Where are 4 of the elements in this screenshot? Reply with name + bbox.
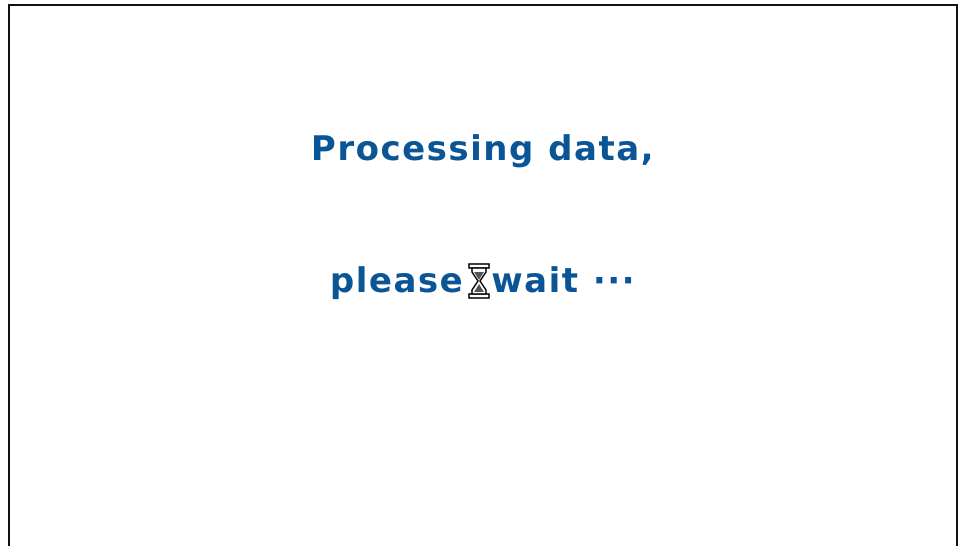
wait-message: wait ··· [491,260,636,302]
hourglass-icon [468,263,490,299]
processing-message: Processing data, [310,128,656,170]
wait-message: please [330,260,464,302]
